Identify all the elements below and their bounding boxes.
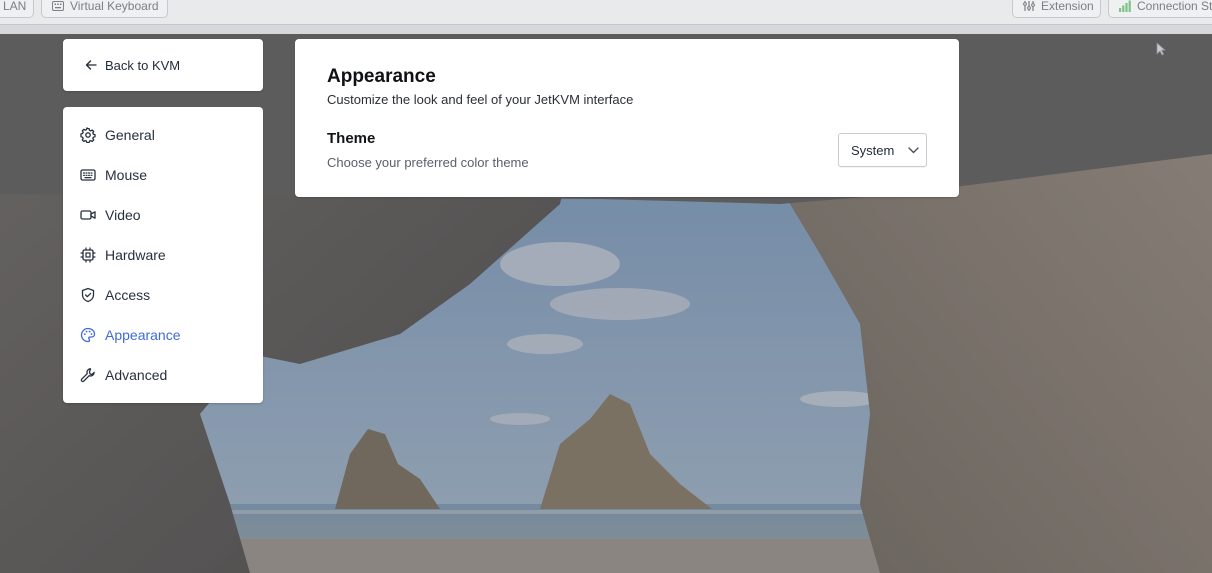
gear-icon: [80, 127, 96, 143]
connection-stats-label: Connection Stats: [1137, 0, 1212, 13]
sidebar-item-label: Mouse: [105, 167, 148, 183]
top-toolbar: LAN Virtual Keyboard Extension Connectio…: [0, 0, 1212, 34]
sidebar-item-hardware[interactable]: Hardware: [63, 235, 263, 275]
theme-setting-description: Choose your preferred color theme: [327, 155, 529, 170]
arrow-left-icon: [85, 60, 97, 70]
toolbar-divider: [0, 24, 1212, 34]
virtual-keyboard-button[interactable]: Virtual Keyboard: [41, 0, 168, 18]
signal-icon: [1119, 0, 1131, 12]
chevron-down-icon: [908, 146, 919, 153]
page-title: Appearance: [327, 66, 436, 87]
connection-stats-button[interactable]: Connection Stats: [1108, 0, 1212, 18]
back-to-kvm-button[interactable]: Back to KVM: [63, 39, 263, 91]
cpu-icon: [80, 247, 96, 263]
sidebar-item-label: Advanced: [105, 367, 168, 383]
sidebar-item-appearance[interactable]: Appearance: [63, 315, 263, 355]
sidebar-item-label: Video: [105, 207, 141, 223]
mouse-cursor-icon: [1156, 42, 1166, 56]
sidebar-item-label: Access: [105, 287, 151, 303]
theme-setting: Theme Choose your preferred color theme: [327, 129, 927, 171]
theme-select[interactable]: System: [838, 133, 927, 167]
video-icon: [80, 210, 96, 220]
sidebar-item-label: General: [105, 127, 155, 143]
palette-icon: [80, 327, 96, 343]
sidebar-item-label: Hardware: [105, 247, 166, 263]
keyboard-icon: [80, 169, 96, 181]
back-to-kvm-label: Back to KVM: [105, 57, 181, 73]
sidebar-item-video[interactable]: Video: [63, 195, 263, 235]
keyboard-icon: [52, 1, 64, 11]
sidebar-item-general[interactable]: General: [63, 115, 263, 155]
lan-button[interactable]: LAN: [0, 0, 34, 18]
sidebar-item-advanced[interactable]: Advanced: [63, 355, 263, 395]
page-subtitle: Customize the look and feel of your JetK…: [327, 92, 634, 107]
appearance-panel: Appearance Customize the look and feel o…: [295, 39, 959, 197]
lan-label: LAN: [3, 0, 27, 13]
wrench-icon: [80, 368, 95, 383]
extension-label: Extension: [1041, 0, 1094, 13]
theme-select-value: System: [851, 142, 895, 158]
shield-icon: [81, 287, 95, 303]
sidebar-item-access[interactable]: Access: [63, 275, 263, 315]
sidebar-item-label: Appearance: [105, 327, 181, 343]
sidebar-item-mouse[interactable]: Mouse: [63, 155, 263, 195]
settings-sidebar: General Mouse Video Hardware Access Appe…: [63, 107, 263, 403]
extension-button[interactable]: Extension: [1012, 0, 1101, 18]
virtual-keyboard-label: Virtual Keyboard: [70, 0, 159, 13]
theme-setting-title: Theme: [327, 130, 376, 147]
extension-icon: [1023, 1, 1035, 11]
